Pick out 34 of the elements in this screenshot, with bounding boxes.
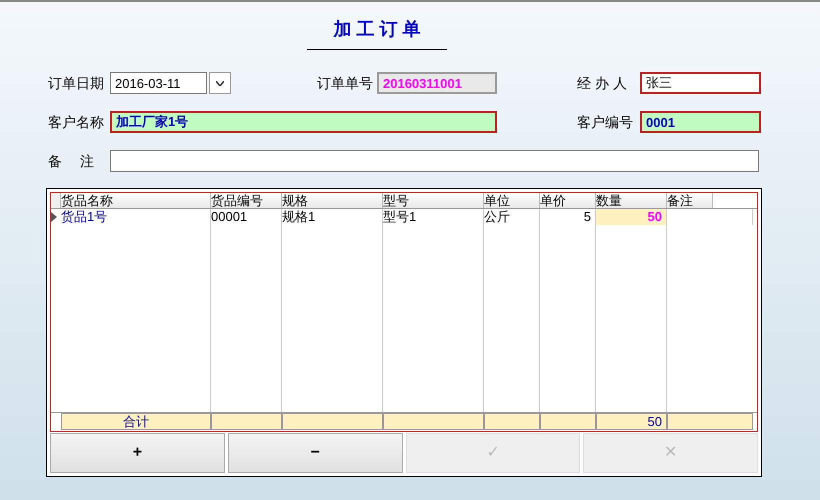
chevron-down-icon — [216, 80, 224, 86]
field-label: 订单日期 — [48, 74, 105, 92]
field-label: 备 注 — [48, 152, 95, 170]
field-label: 客户名称 — [48, 112, 105, 132]
handler-field[interactable]: 张三 — [640, 72, 761, 94]
column-header: 备注 — [667, 193, 713, 208]
field-label: 经 办 人 — [577, 74, 628, 92]
form-title: 加 工 订 单 — [333, 18, 420, 41]
column-header: 型号 — [383, 193, 484, 208]
table-cell: 公斤 — [484, 209, 540, 225]
field-label: 订单单号 — [317, 74, 374, 92]
customer-number-field[interactable]: 0001 — [640, 111, 761, 133]
toolbar-button[interactable]: + — [50, 433, 225, 473]
customer-name-field[interactable]: 加工厂家1号 — [110, 111, 497, 133]
column-header: 货品编号 — [211, 193, 282, 208]
totals-cell: 50 — [596, 413, 667, 430]
header-corner-cell — [51, 193, 61, 208]
column-header: 数量 — [596, 193, 667, 208]
date-field[interactable]: 2016-03-11 — [110, 72, 207, 94]
table-cell: 货品1号 — [61, 209, 211, 225]
row-pointer-icon — [51, 212, 57, 222]
column-header: 单位 — [484, 193, 540, 208]
column-header: 单价 — [540, 193, 596, 208]
field-label: 客户编号 — [577, 112, 634, 132]
date-dropdown-button[interactable] — [209, 72, 231, 94]
table-cell: 型号1 — [383, 209, 484, 225]
table-cell: 规格1 — [282, 209, 383, 225]
column-header: 货品名称 — [61, 193, 211, 208]
table-cell: 00001 — [211, 209, 282, 225]
table-cell: 50 — [596, 209, 667, 225]
toolbar-button[interactable]: − — [228, 433, 402, 473]
remark-field[interactable] — [110, 150, 759, 172]
totals-label: 合计 — [61, 413, 211, 430]
column-header: 规格 — [282, 193, 383, 208]
